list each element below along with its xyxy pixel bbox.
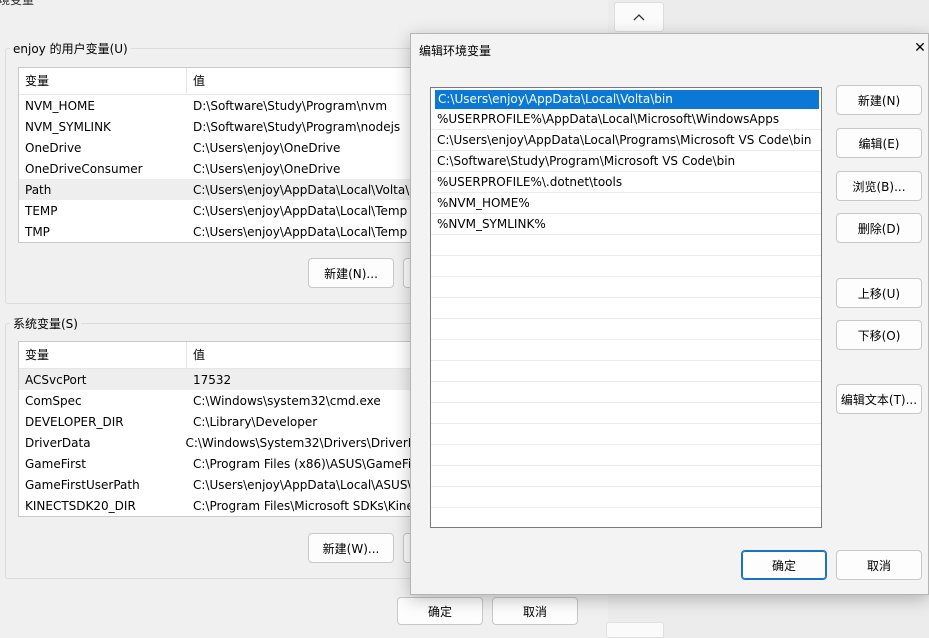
move-up-button[interactable]: 上移(U) xyxy=(836,278,922,308)
empty-list-row[interactable] xyxy=(431,235,821,256)
table-row[interactable]: Path C:\Users\enjoy\AppData\Local\Volta\ xyxy=(19,179,417,200)
variable-name: KINECTSDK20_DIR xyxy=(25,498,136,513)
table-row[interactable]: NVM_HOME D:\Software\Study\Program\nvm xyxy=(19,95,417,116)
user-variables-table[interactable]: 变量 值 NVM_HOME D:\Software\Study\Program\n… xyxy=(18,67,418,243)
variable-value: C:\Users\enjoy\OneDrive xyxy=(193,161,341,176)
column-header-variable[interactable]: 变量 xyxy=(19,68,187,94)
variable-value: D:\Software\Study\Program\nvm xyxy=(193,98,388,113)
list-item[interactable]: %USERPROFILE%\.dotnet\tools xyxy=(431,172,821,193)
table-row[interactable]: OneDrive C:\Users\enjoy\OneDrive xyxy=(19,137,417,158)
path-entries-list[interactable]: C:\Users\enjoy\AppData\Local\Volta\bin %U… xyxy=(430,87,822,528)
variable-name: DEVELOPER_DIR xyxy=(25,414,124,429)
table-row[interactable]: KINECTSDK20_DIR C:\Program Files\Microsof… xyxy=(19,495,417,516)
empty-list-row[interactable] xyxy=(431,361,821,382)
table-row[interactable]: GameFirst C:\Program Files (x86)\ASUS\Gam… xyxy=(19,453,417,474)
table-row[interactable]: TMP C:\Users\enjoy\AppData\Local\Temp xyxy=(19,221,417,242)
variable-value: C:\Users\enjoy\AppData\Local\Volta\ xyxy=(193,182,410,197)
list-item[interactable]: C:\Users\enjoy\AppData\Local\Volta\bin xyxy=(435,90,819,109)
variable-value: C:\Windows\system32\cmd.exe xyxy=(193,393,381,408)
user-variables-label: enjoy 的用户变量(U) xyxy=(10,40,131,57)
empty-list-row[interactable] xyxy=(431,508,821,527)
variable-name: ACSvcPort xyxy=(25,372,87,387)
variable-name: TEMP xyxy=(25,203,58,218)
empty-list-row[interactable] xyxy=(431,424,821,445)
list-item[interactable]: C:\Users\enjoy\AppData\Local\Programs\Mi… xyxy=(431,130,821,151)
variable-value: C:\Program Files (x86)\ASUS\GameFir xyxy=(193,456,417,471)
column-header-value[interactable]: 值 xyxy=(187,68,417,94)
variable-name: OneDrive xyxy=(25,140,82,155)
variable-value: C:\Program Files\Microsoft SDKs\Kine xyxy=(193,498,414,513)
close-icon[interactable]: ✕ xyxy=(911,38,929,58)
chevron-up-icon xyxy=(633,14,645,21)
empty-list-row[interactable] xyxy=(431,319,821,340)
variable-value: C:\Windows\System32\Drivers\DriverD xyxy=(185,435,417,450)
window-title: 环境变量 xyxy=(0,0,35,7)
scroll-up-button[interactable] xyxy=(614,2,664,32)
new-button[interactable]: 新建(N) xyxy=(836,85,922,115)
browse-button[interactable]: 浏览(B)... xyxy=(836,171,922,201)
empty-list-row[interactable] xyxy=(431,382,821,403)
empty-list-row[interactable] xyxy=(431,298,821,319)
variable-name: NVM_SYMLINK xyxy=(25,119,111,134)
empty-list-row[interactable] xyxy=(431,445,821,466)
edit-button[interactable]: 编辑(E) xyxy=(836,128,922,158)
variable-value: C:\Users\enjoy\AppData\Local\ASUS\ xyxy=(193,477,412,492)
variable-name: DriverData xyxy=(25,435,91,450)
list-item[interactable]: %USERPROFILE%\AppData\Local\Microsoft\Wi… xyxy=(431,109,821,130)
table-row[interactable]: ComSpec C:\Windows\system32\cmd.exe xyxy=(19,390,417,411)
table-header: 变量 值 xyxy=(19,342,417,369)
variable-value: C:\Users\enjoy\OneDrive xyxy=(193,140,341,155)
empty-list-row[interactable] xyxy=(431,403,821,424)
table-row[interactable]: DEVELOPER_DIR C:\Library\Developer xyxy=(19,411,417,432)
move-down-button[interactable]: 下移(O) xyxy=(836,320,922,350)
variable-name: OneDriveConsumer xyxy=(25,161,143,176)
system-variables-label: 系统变量(S) xyxy=(10,315,81,332)
variable-value: D:\Software\Study\Program\nodejs xyxy=(193,119,401,134)
empty-list-row[interactable] xyxy=(431,277,821,298)
list-item[interactable]: C:\Software\Study\Program\Microsoft VS C… xyxy=(431,151,821,172)
dialog-cancel-button[interactable]: 取消 xyxy=(836,550,922,580)
delete-button[interactable]: 删除(D) xyxy=(836,213,922,243)
user-new-button[interactable]: 新建(N)... xyxy=(308,258,394,288)
empty-list-row[interactable] xyxy=(431,256,821,277)
column-header-value[interactable]: 值 xyxy=(187,342,417,368)
table-row[interactable]: TEMP C:\Users\enjoy\AppData\Local\Temp xyxy=(19,200,417,221)
table-header: 变量 值 xyxy=(19,68,417,95)
variable-name: ComSpec xyxy=(25,393,82,408)
variable-name: GameFirstUserPath xyxy=(25,477,140,492)
variable-value: 17532 xyxy=(193,372,232,387)
table-row[interactable]: GameFirstUserPath C:\Users\enjoy\AppData\… xyxy=(19,474,417,495)
variable-name: NVM_HOME xyxy=(25,98,95,113)
variable-value: C:\Users\enjoy\AppData\Local\Temp xyxy=(193,224,408,239)
empty-list-row[interactable] xyxy=(431,340,821,361)
background-button[interactable] xyxy=(606,622,664,638)
system-new-button[interactable]: 新建(W)... xyxy=(308,533,394,563)
system-variables-table[interactable]: 变量 值 ACSvcPort 17532 ComSpec C:\Windows\sys… xyxy=(18,341,418,517)
list-item[interactable]: %NVM_SYMLINK% xyxy=(431,214,821,235)
edit-environment-variable-dialog: 编辑环境变量 ✕ C:\Users\enjoy\AppData\Local\Vo… xyxy=(410,33,929,595)
empty-list-row[interactable] xyxy=(431,466,821,487)
variable-name: TMP xyxy=(25,224,50,239)
list-item[interactable]: %NVM_HOME% xyxy=(431,193,821,214)
dialog-ok-button[interactable]: 确定 xyxy=(741,550,827,580)
table-row[interactable]: NVM_SYMLINK D:\Software\Study\Program\nod… xyxy=(19,116,417,137)
dialog-title: 编辑环境变量 xyxy=(419,44,492,58)
edit-text-button[interactable]: 编辑文本(T)... xyxy=(836,384,922,414)
empty-list-row[interactable] xyxy=(431,487,821,508)
table-row[interactable]: OneDriveConsumer C:\Users\enjoy\OneDrive xyxy=(19,158,417,179)
variable-value: C:\Users\enjoy\AppData\Local\Temp xyxy=(193,203,408,218)
column-header-variable[interactable]: 变量 xyxy=(19,342,187,368)
variable-name: Path xyxy=(25,182,52,197)
variable-name: GameFirst xyxy=(25,456,86,471)
ok-button[interactable]: 确定 xyxy=(397,597,483,625)
table-row[interactable]: DriverData C:\Windows\System32\Drivers\Dr… xyxy=(19,432,417,453)
cancel-button[interactable]: 取消 xyxy=(492,597,578,625)
table-row[interactable]: ACSvcPort 17532 xyxy=(19,369,417,390)
variable-value: C:\Library\Developer xyxy=(193,414,318,429)
